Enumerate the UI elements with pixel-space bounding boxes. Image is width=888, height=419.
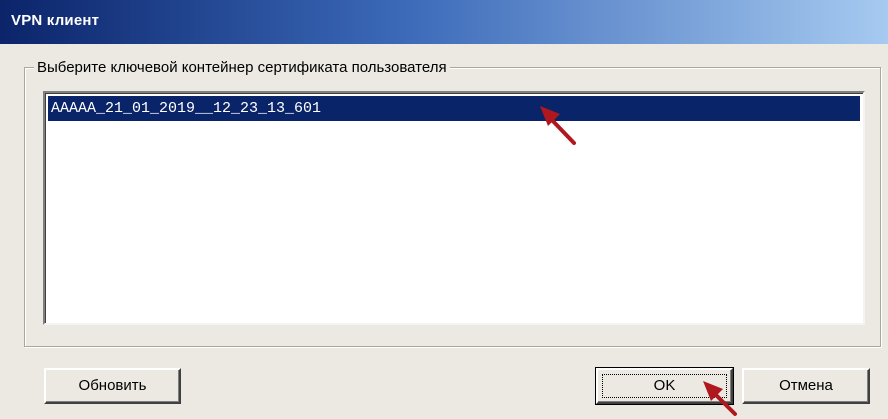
ok-button[interactable]: OK [595,367,734,405]
window-title: VPN клиент [11,12,100,29]
ok-button-label: OK [653,377,676,394]
cancel-button-label: Отмена [779,377,833,394]
title-bar[interactable]: VPN клиент [0,0,888,44]
list-item-selected[interactable]: AAAAA_21_01_2019__12_23_13_601 [48,96,860,121]
refresh-button[interactable]: Обновить [44,368,181,404]
container-listbox[interactable]: AAAAA_21_01_2019__12_23_13_601 [43,91,865,325]
group-label: Выберите ключевой контейнер сертификата … [34,59,450,77]
vpn-client-dialog: VPN клиент Выберите ключевой контейнер с… [0,0,888,419]
cancel-button[interactable]: Отмена [742,368,870,404]
refresh-button-label: Обновить [78,377,147,394]
